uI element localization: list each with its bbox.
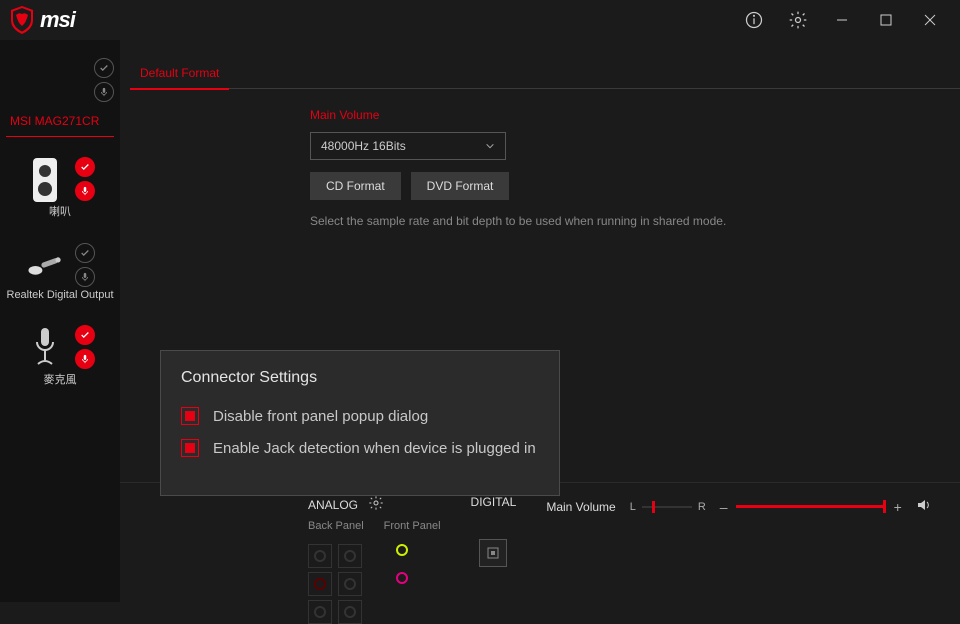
msi-shield-icon [10, 6, 34, 34]
jack-front-pink[interactable] [390, 566, 414, 590]
minimize-button[interactable] [820, 0, 864, 40]
jack-back-1[interactable] [308, 544, 332, 568]
volume-slider[interactable] [736, 505, 886, 508]
jack-back-4[interactable] [338, 572, 362, 596]
chevron-down-icon [485, 141, 495, 151]
device-label: 喇叭 [49, 203, 71, 219]
section-title: Main Volume [120, 90, 960, 132]
mic-indicator[interactable] [94, 82, 114, 102]
volume-minus[interactable]: – [720, 499, 728, 515]
sidebar-device-speakers[interactable]: 喇叭 [0, 147, 120, 233]
sidebar-product-indicators [0, 60, 120, 100]
hint-text: Select the sample rate and bit depth to … [120, 200, 960, 228]
balance-r: R [698, 501, 706, 513]
analog-panel: ANALOG Back Panel Front Panel [308, 495, 441, 624]
cd-format-button[interactable]: CD Format [310, 172, 401, 200]
check-indicator[interactable] [94, 58, 114, 78]
format-dropdown[interactable]: 48000Hz 16Bits [310, 132, 506, 160]
front-panel-label: Front Panel [384, 520, 441, 532]
mic-indicator[interactable] [75, 349, 95, 369]
info-icon[interactable] [732, 0, 776, 40]
jack-back-5[interactable] [308, 600, 332, 624]
popup-title: Connector Settings [181, 369, 539, 387]
product-name: MSI MAG271CR [0, 100, 120, 136]
mic-indicator[interactable] [75, 181, 95, 201]
digital-port[interactable] [479, 539, 507, 567]
jack-front-green[interactable] [390, 538, 414, 562]
check-indicator[interactable] [75, 325, 95, 345]
close-button[interactable] [908, 0, 952, 40]
cable-icon [25, 243, 65, 289]
settings-icon[interactable] [776, 0, 820, 40]
titlebar: msi [0, 0, 960, 40]
check-indicator[interactable] [75, 157, 95, 177]
connector-settings-popup: Connector Settings Disable front panel p… [160, 350, 560, 496]
jack-back-3[interactable] [308, 572, 332, 596]
checkbox-enable-jack-detection[interactable] [181, 439, 199, 457]
check-indicator[interactable] [75, 243, 95, 263]
jack-back-6[interactable] [338, 600, 362, 624]
sidebar-divider [6, 136, 114, 137]
maximize-button[interactable] [864, 0, 908, 40]
brand-logo: msi [10, 6, 75, 34]
digital-panel: DIGITAL [471, 495, 517, 567]
checkbox-label: Disable front panel popup dialog [213, 408, 428, 425]
digital-label: DIGITAL [471, 495, 517, 509]
sidebar: MSI MAG271CR 喇叭 Realtek Digital Output [0, 40, 120, 602]
tab-default-format[interactable]: Default Format [130, 58, 229, 90]
main-volume-label: Main Volume [546, 500, 615, 514]
volume-plus[interactable]: + [894, 499, 902, 515]
checkbox-label: Enable Jack detection when device is plu… [213, 440, 536, 457]
dropdown-value: 48000Hz 16Bits [321, 139, 406, 153]
back-panel-label: Back Panel [308, 520, 364, 532]
sidebar-device-digital-output[interactable]: Realtek Digital Output [0, 233, 120, 315]
balance-l: L [630, 501, 636, 513]
jack-back-2[interactable] [338, 544, 362, 568]
tab-underline [229, 87, 960, 89]
checkbox-disable-front-popup[interactable] [181, 407, 199, 425]
device-label: Realtek Digital Output [7, 289, 114, 301]
brand-text: msi [40, 7, 75, 33]
sidebar-device-microphone[interactable]: 麥克風 [0, 315, 120, 401]
speaker-icon [25, 157, 65, 203]
mic-indicator[interactable] [75, 267, 95, 287]
connector-settings-icon[interactable] [368, 495, 384, 514]
bottom-panel: ANALOG Back Panel Front Panel [120, 482, 960, 602]
volume-panel: Main Volume L R – + [546, 495, 931, 516]
dvd-format-button[interactable]: DVD Format [411, 172, 510, 200]
microphone-icon [25, 325, 65, 371]
device-label: 麥克風 [44, 371, 77, 387]
mute-icon[interactable] [916, 497, 932, 516]
analog-label: ANALOG [308, 498, 358, 512]
balance-slider[interactable]: L R [630, 501, 706, 513]
